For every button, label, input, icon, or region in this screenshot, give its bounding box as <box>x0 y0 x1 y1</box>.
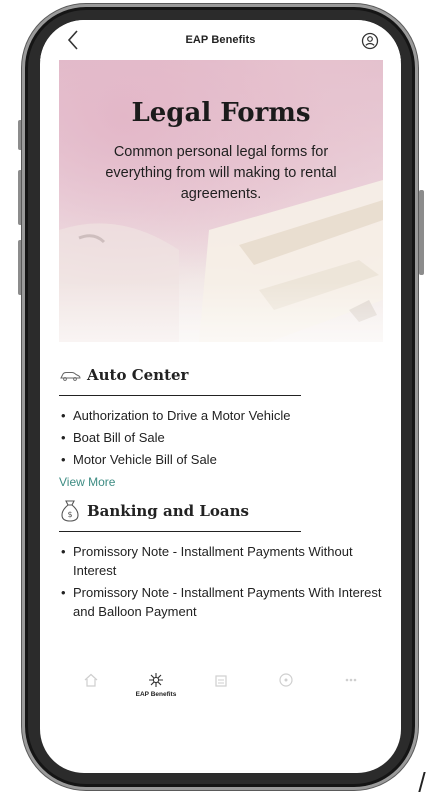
top-nav-bar: EAP Benefits <box>40 20 401 60</box>
view-more-link[interactable]: View More <box>59 475 383 489</box>
tab-label: EAP Benefits <box>135 691 177 698</box>
back-button[interactable] <box>64 28 84 52</box>
section-auto-center: Auto Center Authorization to Drive a Mot… <box>59 359 383 489</box>
money-bag-icon: $ <box>61 500 79 522</box>
form-item[interactable]: Promissory Note - Installment Payments W… <box>59 583 383 621</box>
building-icon <box>215 675 227 687</box>
user-circle-icon <box>361 32 379 50</box>
edge-mark <box>418 772 429 792</box>
section-divider <box>59 531 301 532</box>
hero-title: Legal Forms <box>131 98 311 128</box>
hero-fade <box>59 282 383 342</box>
form-item[interactable]: Motor Vehicle Bill of Sale <box>59 450 383 469</box>
form-item[interactable]: Promissory Note - Installment Payments W… <box>59 542 383 580</box>
form-list: Authorization to Drive a Motor Vehicle B… <box>59 406 383 469</box>
form-list: Promissory Note - Installment Payments W… <box>59 542 383 621</box>
tab-building[interactable] <box>189 666 253 691</box>
compass-icon <box>279 673 293 687</box>
hero-banner: Legal Forms Common personal legal forms … <box>59 60 383 342</box>
hero-subtitle: Common personal legal forms for everythi… <box>105 144 337 202</box>
phone-power-button <box>419 190 424 275</box>
chevron-left-icon <box>67 30 78 50</box>
car-icon <box>60 372 81 381</box>
bottom-tab-bar: EAP Benefits <box>59 666 383 714</box>
tab-explore[interactable] <box>254 666 318 691</box>
page-title: EAP Benefits <box>185 34 256 46</box>
tab-eap-benefits[interactable]: EAP Benefits <box>124 666 188 698</box>
section-title: Banking and Loans <box>87 502 249 520</box>
section-divider <box>59 395 301 396</box>
section-title: Auto Center <box>87 366 189 384</box>
tab-more[interactable] <box>319 666 383 691</box>
section-header: $ Banking and Loans <box>59 495 383 527</box>
home-icon <box>84 673 98 687</box>
eap-emblem-icon <box>149 673 163 687</box>
profile-button[interactable] <box>361 32 379 50</box>
more-icon <box>345 678 357 682</box>
tab-home[interactable] <box>59 666 123 691</box>
form-item[interactable]: Authorization to Drive a Motor Vehicle <box>59 406 383 425</box>
svg-text:$: $ <box>67 510 72 519</box>
section-header: Auto Center <box>59 359 383 391</box>
content-area: Auto Center Authorization to Drive a Mot… <box>59 342 383 621</box>
app-screen: EAP Benefits Legal Forms Common personal… <box>40 20 401 773</box>
form-item[interactable]: Boat Bill of Sale <box>59 428 383 447</box>
section-banking-and-loans: $ Banking and Loans Promissory Note - In… <box>59 495 383 621</box>
